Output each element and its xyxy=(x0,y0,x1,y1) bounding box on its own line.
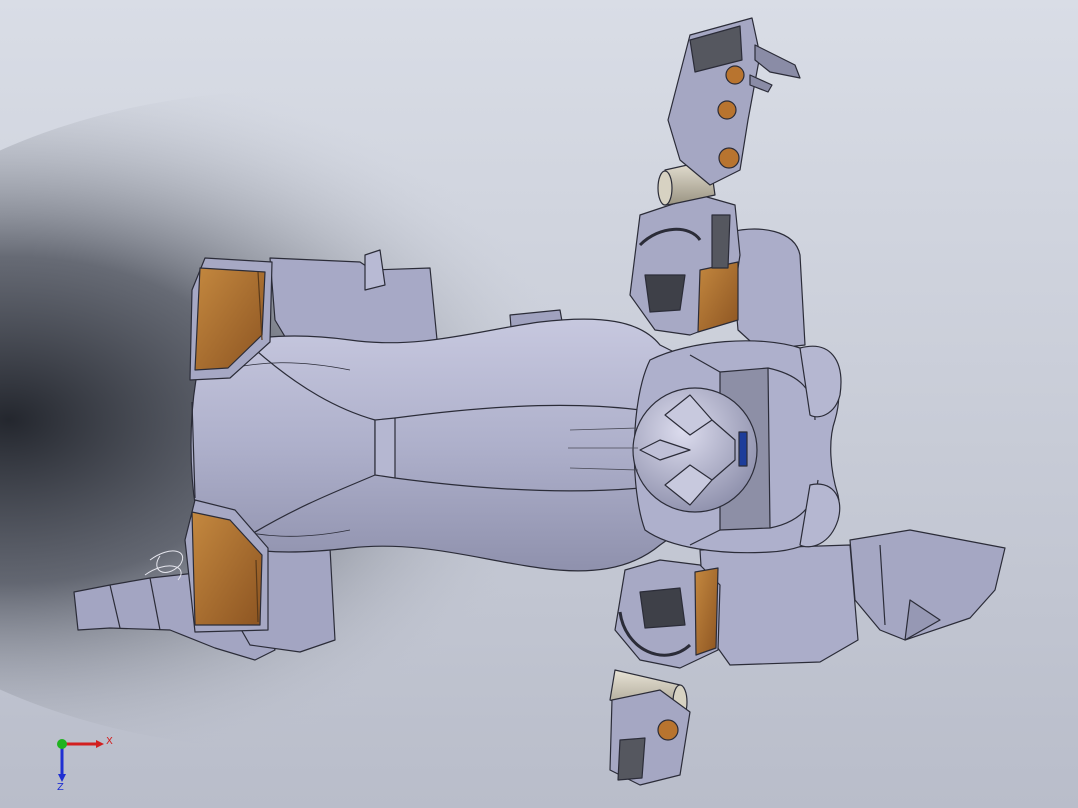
front-right-shoulder[interactable] xyxy=(729,228,806,351)
triad-y-axis xyxy=(57,739,67,749)
cad-graphics-viewport[interactable]: X Z xyxy=(0,0,1078,808)
triad-x-label: X xyxy=(106,736,113,747)
torso[interactable] xyxy=(190,318,696,572)
sensor-accent xyxy=(738,431,748,467)
triad-z-label: Z xyxy=(57,782,64,793)
front-left-shoulder[interactable] xyxy=(699,544,859,666)
front-right-knee[interactable] xyxy=(629,194,741,336)
front-left-foot[interactable] xyxy=(609,689,691,786)
